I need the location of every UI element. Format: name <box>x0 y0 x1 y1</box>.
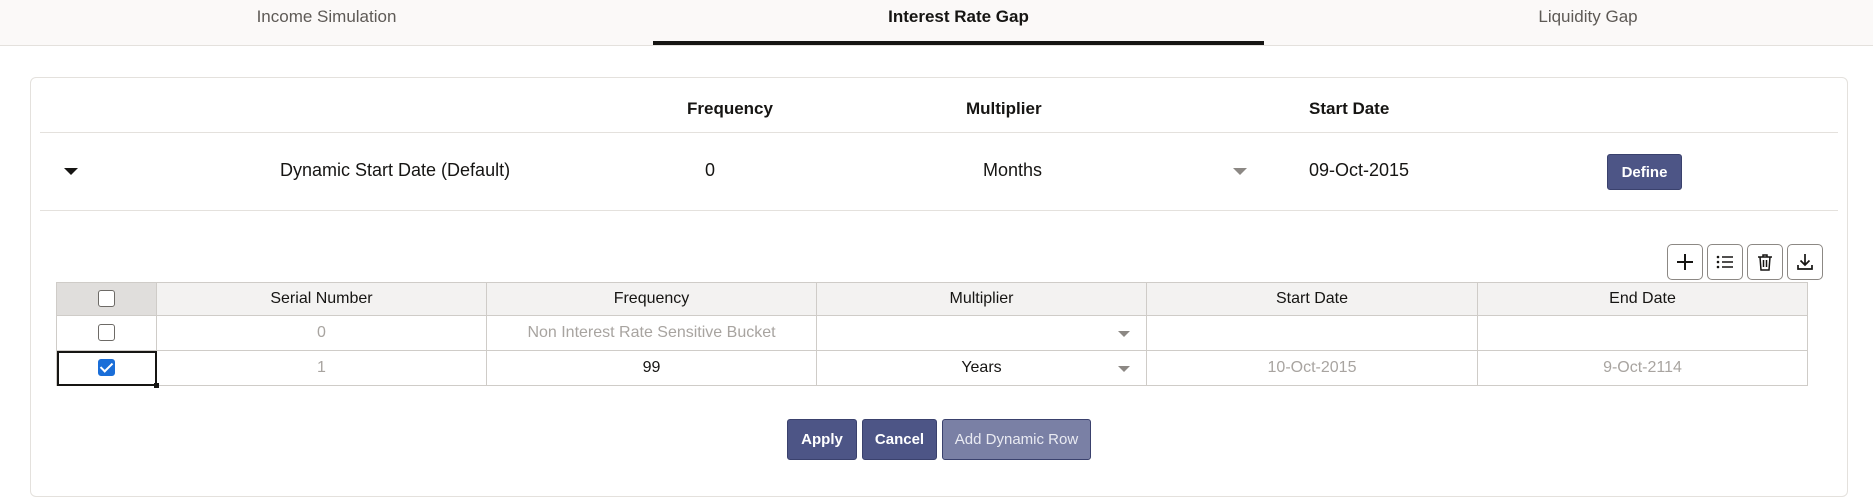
serial-number-cell: 1 <box>156 350 487 386</box>
multiplier-value: Years <box>961 359 1002 376</box>
row-select-cell <box>56 315 157 351</box>
tab-income-simulation[interactable]: Income Simulation <box>0 0 653 46</box>
select-all-cell <box>56 282 157 316</box>
summary-frequency-value: 0 <box>705 160 716 180</box>
add-icon <box>1677 254 1693 270</box>
row-checkbox[interactable] <box>98 324 115 342</box>
column-header[interactable]: End Date <box>1477 282 1808 316</box>
add-row-button[interactable] <box>1667 244 1703 280</box>
column-header[interactable]: Start Date <box>1146 282 1478 316</box>
grid-header-row: Serial Number Frequency Multiplier Start… <box>56 282 1808 316</box>
serial-number-cell: 0 <box>156 315 487 351</box>
frequency-input[interactable]: 99 <box>486 350 817 386</box>
list-icon <box>1716 255 1733 269</box>
frequency-cell: Non Interest Rate Sensitive Bucket <box>486 315 817 351</box>
chevron-down-icon[interactable] <box>1118 366 1130 372</box>
divider <box>40 132 1838 133</box>
column-header[interactable]: Multiplier <box>816 282 1147 316</box>
delete-button[interactable] <box>1747 244 1783 280</box>
summary-start-date-value: 09-Oct-2015 <box>1309 160 1410 180</box>
header-multiplier: Multiplier <box>966 99 1042 118</box>
download-button[interactable] <box>1787 244 1823 280</box>
table-row: 1 99 Years 10-Oct-2015 9-Oct-2114 <box>56 350 1808 389</box>
define-button[interactable]: Define <box>1607 154 1682 190</box>
tab-bar: Income Simulation Interest Rate Gap Liqu… <box>0 0 1873 46</box>
expand-caret-icon[interactable] <box>64 168 78 175</box>
row-select-cell[interactable] <box>56 350 160 389</box>
divider <box>40 210 1838 211</box>
tab-liquidity-gap[interactable]: Liquidity Gap <box>1264 0 1873 46</box>
start-date-cell <box>1146 315 1478 351</box>
add-dynamic-row-button[interactable]: Add Dynamic Row <box>942 419 1091 460</box>
list-button[interactable] <box>1707 244 1743 280</box>
multiplier-cell[interactable] <box>816 315 1147 351</box>
multiplier-cell[interactable]: Years <box>816 350 1147 386</box>
summary-multiplier-select[interactable]: Months <box>983 160 1042 181</box>
header-frequency: Frequency <box>687 99 773 118</box>
select-all-checkbox[interactable] <box>98 290 115 308</box>
end-date-cell: 9-Oct-2114 <box>1477 350 1808 386</box>
table-row: 0 Non Interest Rate Sensitive Bucket <box>56 315 1808 351</box>
chevron-down-icon[interactable] <box>1118 331 1130 337</box>
tab-interest-rate-gap[interactable]: Interest Rate Gap <box>653 0 1264 46</box>
delete-icon <box>1758 254 1772 271</box>
header-start-date: Start Date <box>1309 99 1390 118</box>
cancel-button[interactable]: Cancel <box>862 419 937 460</box>
end-date-cell <box>1477 315 1808 351</box>
download-icon <box>1797 254 1813 270</box>
bucket-grid: Serial Number Frequency Multiplier Start… <box>56 282 1808 389</box>
row-checkbox[interactable] <box>98 359 115 377</box>
column-header[interactable]: Serial Number <box>156 282 487 316</box>
bucket-name: Dynamic Start Date (Default) <box>280 160 511 180</box>
chevron-down-icon[interactable] <box>1233 168 1247 175</box>
column-header[interactable]: Frequency <box>486 282 817 316</box>
apply-button[interactable]: Apply <box>787 419 857 460</box>
start-date-cell: 10-Oct-2015 <box>1146 350 1478 386</box>
